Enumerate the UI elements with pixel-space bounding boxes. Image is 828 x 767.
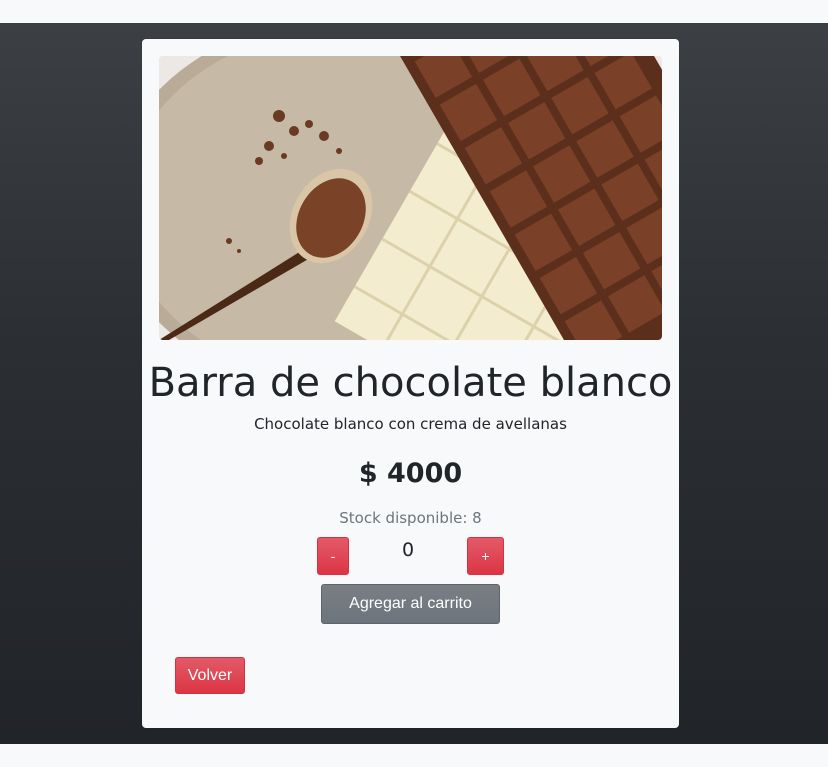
product-card: Barra de chocolate blanco Chocolate blan… [142, 39, 679, 728]
top-strip [0, 0, 828, 23]
product-title: Barra de chocolate blanco [148, 360, 673, 406]
increment-button[interactable]: + [467, 537, 504, 575]
product-description: Chocolate blanco con crema de avellanas [254, 415, 567, 433]
product-photo [159, 56, 662, 340]
quantity-value: 0 [401, 539, 415, 561]
product-image [159, 56, 662, 340]
bottom-strip [0, 744, 828, 767]
back-button[interactable]: Volver [175, 657, 245, 694]
product-price: $ 4000 [358, 458, 463, 489]
decrement-button[interactable]: - [317, 537, 349, 575]
stock-available: Stock disponible: 8 [339, 509, 482, 527]
add-to-cart-button[interactable]: Agregar al carrito [321, 584, 500, 624]
